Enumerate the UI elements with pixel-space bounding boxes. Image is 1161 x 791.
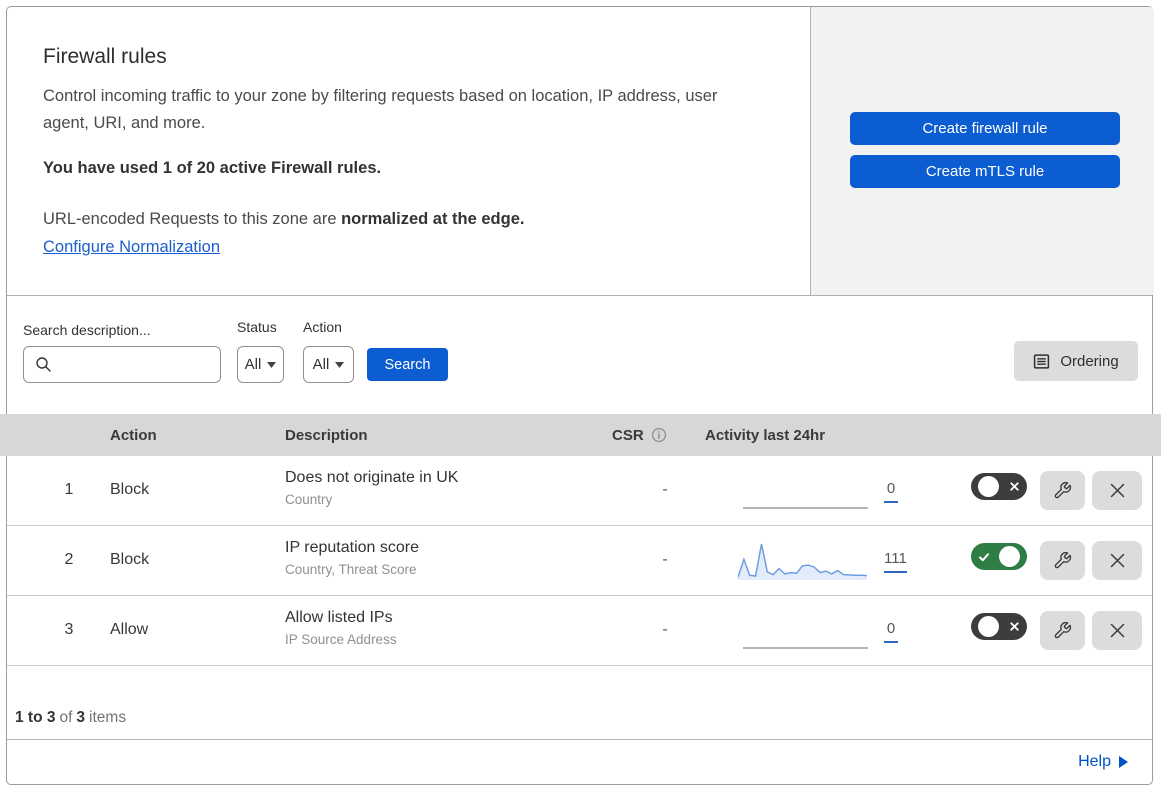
rule-action: Allow xyxy=(110,621,149,638)
pagination-of: of xyxy=(59,709,73,726)
rule-priority: 3 xyxy=(64,621,74,638)
overview-text: Firewall rules Control incoming traffic … xyxy=(7,7,810,296)
pagination-range: 1 to 3 xyxy=(15,709,56,726)
rule-description-title[interactable]: Does not originate in UK xyxy=(285,469,458,487)
normalization-bold: normalized at the edge. xyxy=(341,210,525,228)
pagination-items: items xyxy=(89,709,127,726)
firewall-rules-card: Firewall rules Control incoming traffic … xyxy=(0,6,1161,785)
check-icon xyxy=(979,552,989,561)
edit-rule-button[interactable] xyxy=(1040,471,1085,510)
action-select[interactable]: All xyxy=(303,346,354,383)
table-row: 3 Allow Allow listed IPs IP Source Addre… xyxy=(7,596,1152,666)
column-header-description: Description xyxy=(285,426,368,444)
page-description: Control incoming traffic to your zone by… xyxy=(43,87,718,132)
action-label: Action xyxy=(303,319,342,335)
search-label: Search description... xyxy=(23,322,151,338)
rule-fields: Country, Threat Score xyxy=(285,562,417,577)
rule-priority: 1 xyxy=(64,481,74,498)
rule-description-title[interactable]: IP reputation score xyxy=(285,539,419,557)
pagination-summary: 1 to 3 of 3 items xyxy=(15,709,130,727)
activity-sparkline xyxy=(738,543,867,580)
overview-section: Firewall rules Control incoming traffic … xyxy=(7,7,1154,296)
table-row: 1 Block Does not originate in UK Country… xyxy=(7,456,1152,526)
search-icon xyxy=(36,357,51,372)
firewall-rules-page: Firewall rules Control incoming traffic … xyxy=(0,0,1161,791)
usage-note: You have used 1 of 20 active Firewall ru… xyxy=(43,159,382,177)
rules-table-body: 1 Block Does not originate in UK Country… xyxy=(7,456,1152,666)
action-select-value: All xyxy=(312,356,330,373)
ordering-button-label: Ordering xyxy=(1060,352,1119,370)
search-input[interactable] xyxy=(58,350,218,380)
rule-enabled-toggle[interactable] xyxy=(971,613,1027,640)
close-icon xyxy=(1110,483,1124,498)
status-select-value: All xyxy=(244,356,262,373)
rule-csr-value: - xyxy=(662,481,668,498)
toggle-knob xyxy=(978,476,999,497)
status-select[interactable]: All xyxy=(237,346,284,383)
create-mtls-rule-button[interactable]: Create mTLS rule xyxy=(850,155,1120,188)
normalization-note: URL-encoded Requests to this zone are no… xyxy=(43,210,524,229)
table-header: Action Description CSR Activity last 24h… xyxy=(0,414,1161,456)
rule-enabled-toggle[interactable] xyxy=(971,543,1027,570)
search-button[interactable]: Search xyxy=(367,348,448,381)
pagination-bar: 1 to 3 of 3 items xyxy=(7,666,1152,740)
help-link-label: Help xyxy=(1078,753,1111,770)
close-icon xyxy=(1110,553,1124,568)
rule-action: Block xyxy=(110,481,150,498)
wrench-icon xyxy=(1054,621,1072,639)
activity-count-link[interactable]: 0 xyxy=(884,620,898,643)
column-header-activity: Activity last 24hr xyxy=(705,426,826,444)
page-title: Firewall rules xyxy=(43,45,167,68)
wrench-icon xyxy=(1054,481,1072,499)
arrow-right-icon xyxy=(1119,756,1128,768)
actions-panel: Create firewall rule Create mTLS rule xyxy=(810,7,1154,295)
activity-count-link[interactable]: 0 xyxy=(884,480,898,503)
edit-rule-button[interactable] xyxy=(1040,611,1085,650)
search-input-wrapper xyxy=(23,346,221,383)
help-link[interactable]: Help xyxy=(1078,753,1128,771)
toggle-knob xyxy=(978,616,999,637)
normalization-prefix: URL-encoded Requests to this zone are xyxy=(43,210,342,228)
edit-rule-button[interactable] xyxy=(1040,541,1085,580)
chevron-down-icon xyxy=(267,361,277,368)
create-firewall-rule-button[interactable]: Create firewall rule xyxy=(850,112,1120,145)
delete-rule-button[interactable] xyxy=(1092,541,1142,580)
rule-description: Allow listed IPs IP Source Address xyxy=(285,609,397,647)
info-icon[interactable] xyxy=(651,427,667,443)
column-header-csr: CSR xyxy=(612,414,667,456)
rule-description: IP reputation score Country, Threat Scor… xyxy=(285,539,419,577)
rule-csr-value: - xyxy=(662,621,668,638)
delete-rule-button[interactable] xyxy=(1092,471,1142,510)
column-header-action: Action xyxy=(110,426,157,444)
rule-enabled-toggle[interactable] xyxy=(971,473,1027,500)
activity-count-link[interactable]: 111 xyxy=(884,550,907,573)
close-icon xyxy=(1110,623,1124,638)
table-row: 2 Block IP reputation score Country, Thr… xyxy=(7,526,1152,596)
rule-description-title[interactable]: Allow listed IPs xyxy=(285,609,397,627)
rule-priority: 2 xyxy=(64,551,74,568)
toggle-knob xyxy=(999,546,1020,567)
activity-flatline xyxy=(743,507,868,509)
rule-description: Does not originate in UK Country xyxy=(285,469,458,507)
rule-csr-value: - xyxy=(662,551,668,568)
activity-flatline xyxy=(743,647,868,649)
help-bar: Help xyxy=(7,740,1152,785)
rule-fields: IP Source Address xyxy=(285,632,397,647)
chevron-down-icon xyxy=(335,361,345,368)
status-label: Status xyxy=(237,319,277,335)
configure-normalization-link[interactable]: Configure Normalization xyxy=(43,238,220,257)
cross-icon xyxy=(1010,482,1019,491)
ordering-list-icon xyxy=(1034,353,1050,369)
delete-rule-button[interactable] xyxy=(1092,611,1142,650)
cross-icon xyxy=(1010,622,1019,631)
ordering-button[interactable]: Ordering xyxy=(1014,341,1138,381)
pagination-total: 3 xyxy=(76,709,86,726)
rule-action: Block xyxy=(110,551,150,568)
csr-label: CSR xyxy=(612,426,644,444)
filter-bar: Search description... Status Action All … xyxy=(7,296,1152,414)
wrench-icon xyxy=(1054,551,1072,569)
rule-fields: Country xyxy=(285,492,333,507)
